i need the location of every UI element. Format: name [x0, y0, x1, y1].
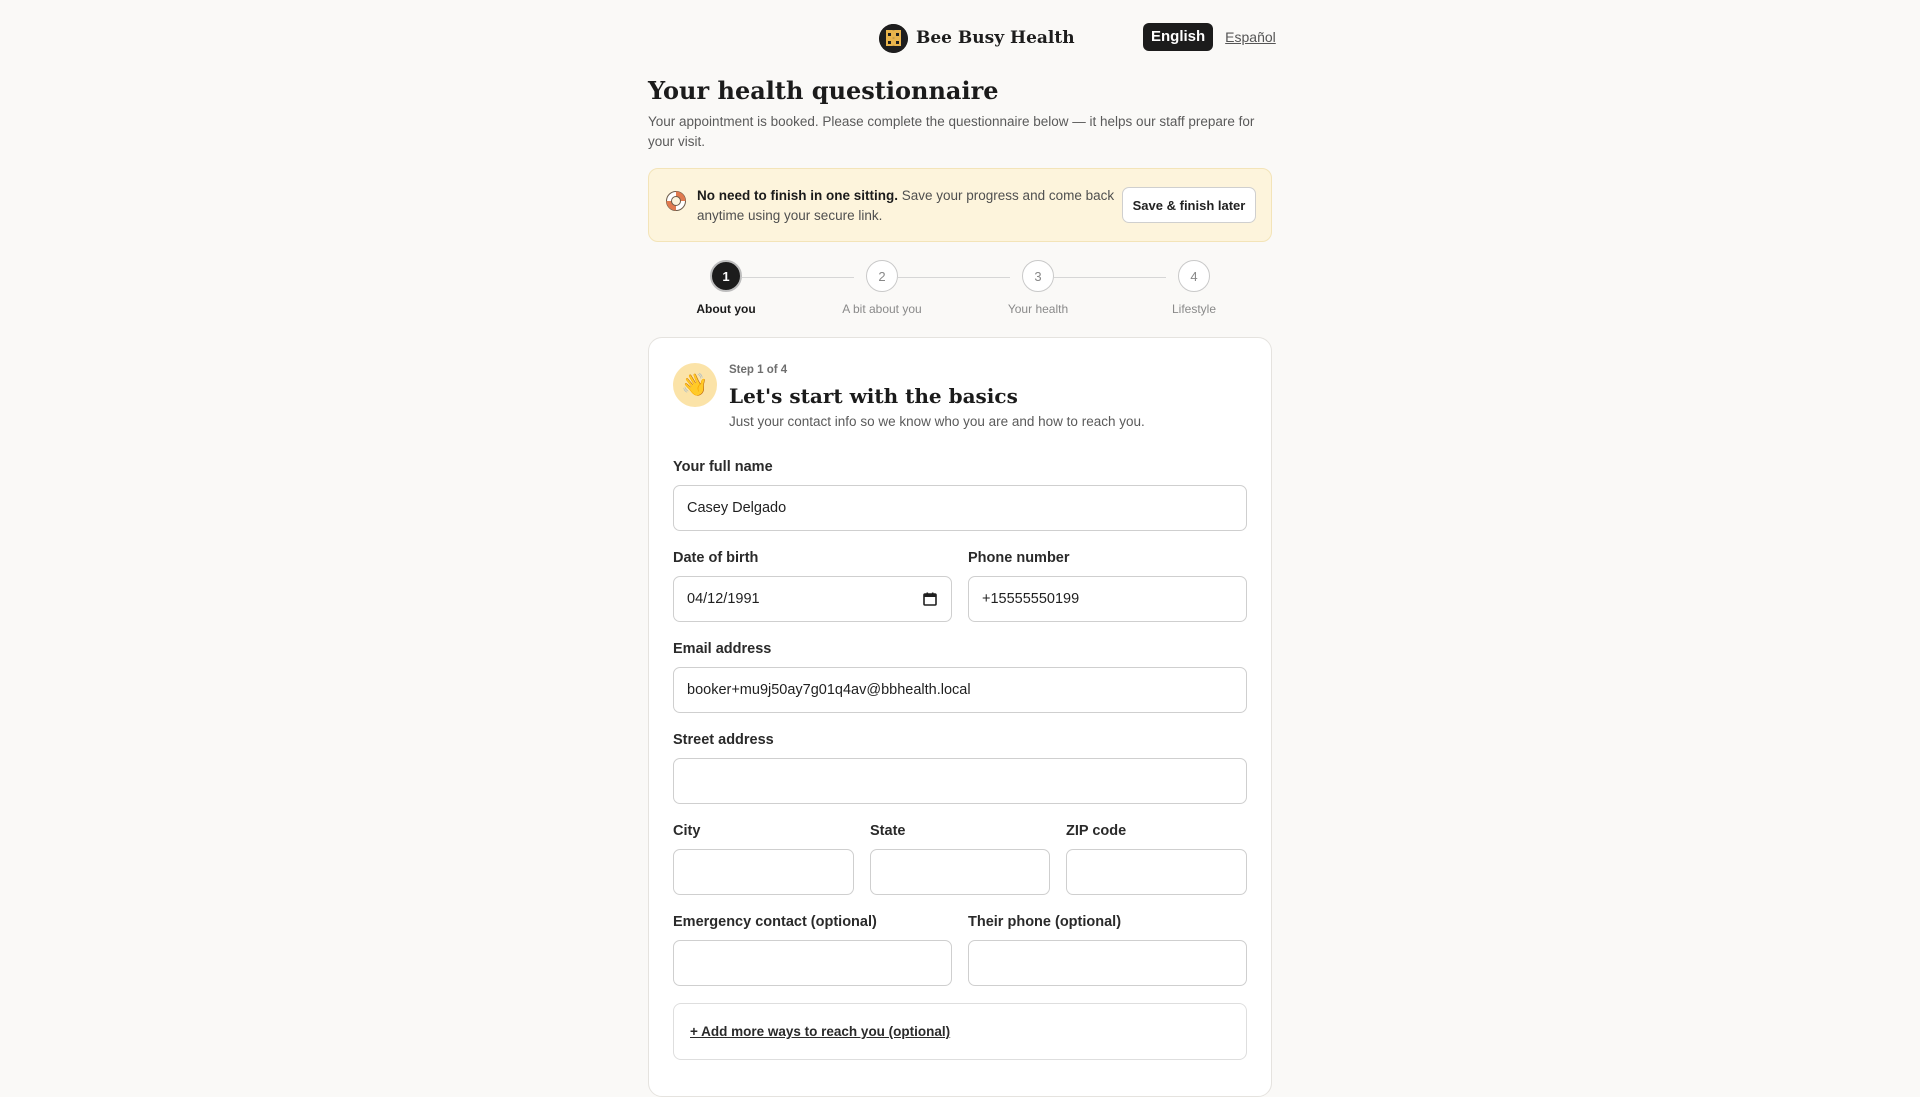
- banner-text: No need to finish in one sitting. Save y…: [697, 186, 1117, 226]
- calendar-icon[interactable]: [923, 592, 937, 606]
- emergency-contact-input[interactable]: [673, 940, 952, 986]
- full-name-input[interactable]: Casey Delgado: [673, 485, 1247, 531]
- their-phone-input[interactable]: [968, 940, 1247, 986]
- brand[interactable]: Bee Busy Health: [879, 23, 1075, 53]
- state-input[interactable]: [870, 849, 1050, 895]
- save-progress-banner: No need to finish in one sitting. Save y…: [648, 168, 1272, 242]
- add-more-contact-section: + Add more ways to reach you (optional): [673, 1003, 1247, 1060]
- step-about-you[interactable]: 1 About you: [666, 260, 786, 316]
- email-input[interactable]: booker+mu9j50ay7g01q4av@bbhealth.local: [673, 667, 1247, 713]
- language-switcher: English Español: [1143, 23, 1276, 51]
- top-bar: Bee Busy Health English Español: [0, 0, 1920, 76]
- dob-input[interactable]: 04/12/1991: [673, 576, 952, 622]
- add-more-contact-link[interactable]: + Add more ways to reach you (optional): [690, 1024, 950, 1039]
- language-spanish-link[interactable]: Español: [1225, 29, 1276, 45]
- emergency-contact-label: Emergency contact (optional): [673, 914, 877, 930]
- their-phone-label: Their phone (optional): [968, 914, 1122, 930]
- step-label: Your health: [1007, 302, 1069, 316]
- language-english-button[interactable]: English: [1143, 23, 1214, 51]
- step-label: A bit about you: [842, 302, 922, 316]
- dob-label: Date of birth: [673, 550, 759, 566]
- step-number: 1: [710, 260, 742, 292]
- phone-input[interactable]: +15555550199: [968, 576, 1247, 622]
- full-name-value: Casey Delgado: [687, 500, 787, 516]
- waving-hand-icon: 👋: [673, 363, 717, 407]
- city-input[interactable]: [673, 849, 854, 895]
- page-intro: Your appointment is booked. Please compl…: [648, 114, 1255, 149]
- phone-value: +15555550199: [982, 591, 1080, 607]
- step-card: 👋 Step 1 of 4 Let's start with the basic…: [648, 337, 1272, 1097]
- step-label: About you: [696, 302, 756, 316]
- brand-name: Bee Busy Health: [916, 28, 1075, 48]
- phone-label: Phone number: [968, 550, 1070, 566]
- step-label: Lifestyle: [1171, 302, 1217, 316]
- city-label: City: [673, 823, 701, 839]
- progress-stepper: 1 About you 2 A bit about you 3 Your hea…: [648, 260, 1272, 320]
- card-subtitle: Just your contact info so we know who yo…: [729, 414, 1145, 429]
- bee-logo-icon: [879, 23, 908, 53]
- page-title: Your health questionnaire: [648, 76, 999, 105]
- card-title: Let's start with the basics: [729, 384, 1018, 408]
- banner-bold-text: No need to finish in one sitting.: [697, 188, 898, 203]
- email-value: booker+mu9j50ay7g01q4av@bbhealth.local: [687, 682, 971, 698]
- zip-input[interactable]: [1066, 849, 1247, 895]
- lifebuoy-icon: [665, 190, 687, 212]
- email-label: Email address: [673, 641, 772, 657]
- street-label: Street address: [673, 732, 774, 748]
- step-number: 3: [1022, 260, 1054, 292]
- save-finish-later-button[interactable]: Save & finish later: [1122, 187, 1256, 223]
- street-input[interactable]: [673, 758, 1247, 804]
- zip-label: ZIP code: [1066, 823, 1127, 839]
- full-name-label: Your full name: [673, 459, 773, 475]
- step-a-bit-about-you[interactable]: 2 A bit about you: [822, 260, 942, 316]
- step-number: 4: [1178, 260, 1210, 292]
- state-label: State: [870, 823, 906, 839]
- step-your-health[interactable]: 3 Your health: [978, 260, 1098, 316]
- step-lifestyle[interactable]: 4 Lifestyle: [1134, 260, 1254, 316]
- step-number: 2: [866, 260, 898, 292]
- step-counter: Step 1 of 4: [729, 364, 788, 376]
- dob-value: 04/12/1991: [687, 591, 760, 607]
